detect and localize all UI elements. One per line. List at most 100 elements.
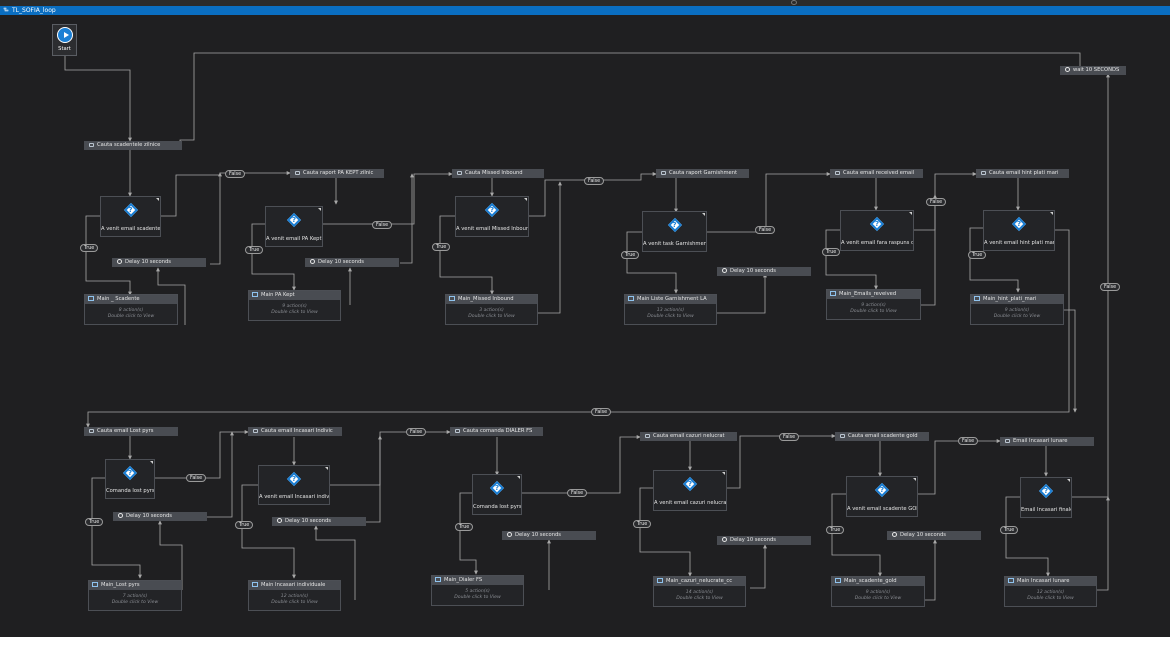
sequence-icon bbox=[457, 170, 462, 175]
decision-node[interactable]: ? A venit email fara raspuns del bbox=[840, 210, 914, 251]
double-click-hint: Double click to View bbox=[454, 595, 501, 600]
sequence-node[interactable]: Cauta email Lost pyrs bbox=[84, 427, 178, 436]
double-click-hint: Double click to View bbox=[854, 596, 902, 601]
double-click-hint: Double click to View bbox=[676, 596, 723, 601]
delay-label: Delay 10 seconds bbox=[125, 259, 171, 265]
workflow-icon bbox=[252, 582, 258, 587]
sequence-node[interactable]: Cauta email hint plati mari bbox=[976, 169, 1069, 178]
invoke-workflow-node[interactable]: Main _ Scadente 8 action(s) Double click t… bbox=[84, 294, 178, 325]
expand-corner-icon bbox=[1050, 212, 1053, 215]
double-click-hint: Double click to View bbox=[1027, 596, 1074, 601]
double-click-hint: Double click to View bbox=[647, 314, 694, 319]
edge-label-true: True bbox=[633, 520, 652, 528]
decision-label: A venit email fara raspuns del bbox=[841, 240, 913, 246]
workflow-icon bbox=[835, 578, 841, 583]
sequence-icon bbox=[295, 170, 300, 175]
delay-node[interactable]: Delay 10 seconds bbox=[112, 258, 206, 267]
sequence-node[interactable]: Cauta Missed Inbound bbox=[452, 169, 544, 178]
flowchart-canvas[interactable] bbox=[0, 15, 1170, 637]
wait-node[interactable]: wait 10 SECONDS bbox=[1060, 66, 1126, 75]
decision-node[interactable]: ? A venit task Garnishment? bbox=[642, 211, 707, 252]
clock-icon bbox=[310, 259, 315, 264]
double-click-hint: Double click to View bbox=[107, 314, 155, 319]
decision-node[interactable]: ? A venit email cazuri nelucrate bbox=[653, 470, 727, 511]
sequence-icon bbox=[645, 433, 650, 438]
invoke-workflow-node[interactable]: Main_hint_plati_mari 9 action(s) Double cl… bbox=[970, 294, 1064, 325]
edge-label-true: True bbox=[826, 526, 845, 534]
decision-node[interactable]: ? A venit email PA Kept? bbox=[265, 206, 323, 247]
sequence-node[interactable]: Cauta email received email bbox=[830, 169, 923, 178]
workflow-icon bbox=[628, 296, 634, 301]
sequence-node[interactable]: Cauta raport Garnishment bbox=[656, 169, 749, 178]
sequence-icon bbox=[1005, 438, 1010, 443]
expand-corner-icon bbox=[702, 213, 705, 216]
delay-node[interactable]: Delay 10 seconds bbox=[272, 517, 366, 526]
delay-node[interactable]: Delay 10 seconds bbox=[113, 512, 207, 521]
double-click-hint: Double click to View bbox=[468, 314, 515, 319]
sequence-label: Cauta Missed Inbound bbox=[465, 170, 523, 176]
invoke-workflow-node[interactable]: Main_Missed Inbound 3 action(s) Double cli… bbox=[445, 294, 538, 325]
invoke-workflow-node[interactable]: Main Liste Garnishment LA 13 action(s) Dou… bbox=[624, 294, 717, 325]
edge-label-false: False bbox=[926, 198, 947, 206]
invoke-workflow-node[interactable]: Main Incasari individuale 12 action(s) Dou… bbox=[248, 580, 341, 611]
workflow-icon bbox=[92, 582, 98, 587]
edge-label-true: True bbox=[235, 521, 254, 529]
invoke-workflow-node[interactable]: Main_Lost pyrs 7 action(s) Double click to… bbox=[88, 580, 182, 611]
workflow-icon bbox=[88, 296, 94, 301]
clock-icon bbox=[722, 268, 727, 273]
invoke-workflow-node[interactable]: Main PA Kept 9 action(s) Double click to V… bbox=[248, 290, 341, 321]
delay-node[interactable]: Delay 10 seconds bbox=[887, 531, 981, 540]
invoke-workflow-node[interactable]: Main_Emails_reveived 9 action(s) Double cl… bbox=[826, 289, 921, 320]
sequence-node[interactable]: Cauta comanda DIALER FS bbox=[450, 427, 543, 436]
decision-node[interactable]: ? A venit email scadente? bbox=[100, 196, 161, 237]
designer-title-bar: TL_SOFIA_loop bbox=[0, 6, 1170, 15]
decision-label: A venit email cazuri nelucrate bbox=[654, 500, 726, 506]
workflow-label: Main_Dialer FS bbox=[444, 577, 483, 583]
workflow-icon bbox=[435, 577, 441, 582]
decision-node[interactable]: ? Email Incasari finale? bbox=[1020, 477, 1072, 518]
delay-label: Delay 10 seconds bbox=[126, 513, 172, 519]
delay-node[interactable]: Delay 10 seconds bbox=[502, 531, 596, 540]
sequence-node[interactable]: Cauta email cazuri nelucrat bbox=[640, 432, 737, 441]
invoke-workflow-node[interactable]: Main_cazuri_nelucrate_cc 14 action(s) Doub… bbox=[653, 576, 746, 607]
sequence-node[interactable]: Cauta scadentele zilnice bbox=[84, 141, 182, 150]
workflow-icon bbox=[974, 296, 980, 301]
decision-node[interactable]: ? A venit email scadente GOLD bbox=[846, 476, 918, 517]
expand-corner-icon bbox=[1067, 479, 1070, 482]
sequence-node[interactable]: Cauta email scadente gold bbox=[835, 432, 929, 441]
workflow-label: Main_Emails_reveived bbox=[839, 291, 897, 297]
edge-label-false: False bbox=[591, 408, 612, 416]
sequence-icon bbox=[253, 428, 258, 433]
decision-node[interactable]: ? A venit email hint plati mari? bbox=[983, 210, 1055, 251]
edge-label-true: True bbox=[455, 523, 474, 531]
invoke-workflow-node[interactable]: Main_Dialer FS 5 action(s) Double click to… bbox=[431, 575, 524, 606]
edge-label-true: True bbox=[432, 243, 451, 251]
sequence-label: Cauta email hint plati mari bbox=[989, 170, 1059, 176]
edge-label-true: True bbox=[245, 246, 264, 254]
sequence-node[interactable]: Cauta email Incasari Indivic bbox=[248, 427, 342, 436]
expand-corner-icon bbox=[909, 212, 912, 215]
clock-icon bbox=[1065, 67, 1070, 72]
workflow-label: Main Liste Garnishment LA bbox=[637, 296, 707, 302]
delay-label: Delay 10 seconds bbox=[730, 268, 776, 274]
invoke-workflow-node[interactable]: Main Incasari lunare 12 action(s) Double c… bbox=[1004, 576, 1097, 607]
delay-node[interactable]: Delay 10 seconds bbox=[717, 536, 811, 545]
start-node[interactable]: Start bbox=[52, 24, 77, 56]
clock-icon bbox=[892, 532, 897, 537]
decision-node[interactable]: ? Comanda lost pyrs? bbox=[472, 474, 522, 515]
sequence-icon bbox=[89, 142, 94, 147]
workflow-label: Main_hint_plati_mari bbox=[983, 296, 1037, 302]
decision-node[interactable]: ?A venit email Incasari individu bbox=[258, 465, 330, 505]
sequence-node[interactable]: Email Incasari lunare bbox=[1000, 437, 1094, 446]
sequence-node[interactable]: Cauta raport PA KEPT zilnic bbox=[290, 169, 384, 178]
drag-handle-icon[interactable] bbox=[791, 0, 797, 5]
delay-label: Delay 10 seconds bbox=[730, 537, 776, 543]
workflow-label: Main _ Scadente bbox=[97, 296, 140, 302]
decision-label: A venit task Garnishment? bbox=[643, 241, 706, 247]
invoke-workflow-node[interactable]: Main_scadente_gold 9 action(s) Double clic… bbox=[831, 576, 925, 607]
delay-node[interactable]: Delay 10 seconds bbox=[717, 267, 811, 276]
decision-node[interactable]: ? A venit email Missed Inbound bbox=[455, 196, 529, 237]
wait-label: wait 10 SECONDS bbox=[1073, 67, 1120, 73]
delay-node[interactable]: Delay 10 seconds bbox=[305, 258, 399, 267]
decision-node[interactable]: ? Comanda lost pyrs? bbox=[105, 459, 155, 499]
